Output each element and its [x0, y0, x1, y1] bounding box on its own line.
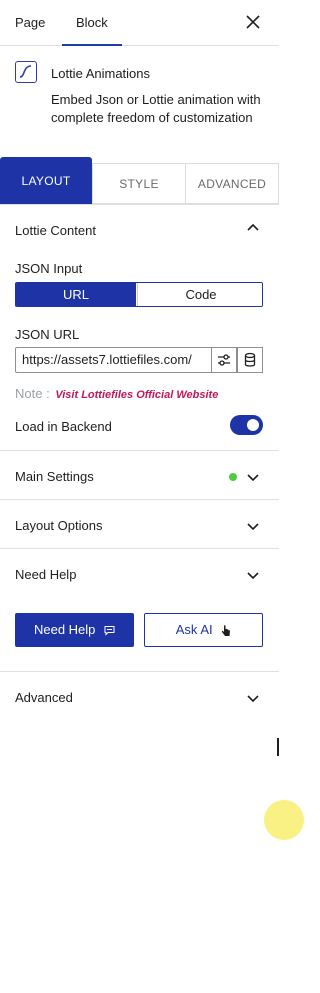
block-description: Embed Json or Lottie animation with comp… [51, 92, 261, 125]
json-input-url-button[interactable]: URL [16, 283, 136, 306]
json-input-toggle: URL Code [15, 282, 263, 307]
chevron-down-icon[interactable] [247, 692, 259, 704]
divider [0, 499, 279, 500]
ask-ai-button-label: Ask AI [175, 622, 213, 637]
json-url-label: JSON URL [15, 327, 80, 342]
lottie-curve-icon [15, 61, 37, 83]
tab-style[interactable]: STYLE [92, 163, 186, 204]
json-input-code-button[interactable]: Code [137, 283, 262, 306]
sidebar-tabs: Page Block [0, 0, 279, 46]
chevron-down-icon[interactable] [247, 520, 259, 532]
note: Note : Visit Lottiefiles Official Websit… [15, 386, 218, 401]
panel-title-lottie-content: Lottie Content [15, 223, 96, 238]
tabs-divider [0, 204, 279, 205]
tab-page[interactable]: Page [15, 0, 45, 45]
dynamic-settings-button[interactable] [211, 347, 237, 373]
ask-ai-button[interactable]: Ask AI [144, 613, 263, 647]
mouse-cursor-highlight [264, 800, 304, 840]
note-label: Note : [15, 386, 50, 401]
panel-title-advanced[interactable]: Advanced [15, 690, 73, 705]
chat-icon [104, 626, 115, 636]
divider [0, 671, 279, 672]
pointer-hand-icon [222, 624, 231, 636]
close-button[interactable] [241, 10, 265, 34]
inspector-tabs: LAYOUT STYLE ADVANCED [0, 157, 279, 205]
chevron-down-icon[interactable] [247, 471, 259, 483]
text-cursor [277, 738, 279, 756]
tab-block[interactable]: Block [62, 0, 122, 46]
chevron-up-icon[interactable] [247, 222, 259, 234]
dynamic-data-button[interactable] [237, 347, 263, 373]
json-url-input[interactable]: https://assets7.lottiefiles.com/ [15, 347, 212, 373]
divider [0, 548, 279, 549]
block-title: Lottie Animations [51, 66, 151, 81]
panel-title-layout-options[interactable]: Layout Options [15, 518, 102, 533]
chevron-down-icon[interactable] [247, 569, 259, 581]
tab-advanced[interactable]: ADVANCED [185, 163, 279, 204]
load-backend-label: Load in Backend [15, 419, 112, 434]
need-help-button-label: Need Help [33, 622, 96, 637]
need-help-button[interactable]: Need Help [15, 613, 134, 647]
lottiefiles-link[interactable]: Visit Lottiefiles Official Website [55, 389, 218, 401]
sliders-icon [218, 354, 230, 366]
close-icon [246, 15, 260, 29]
load-backend-toggle[interactable] [230, 415, 263, 435]
panel-title-need-help[interactable]: Need Help [15, 567, 76, 582]
divider [0, 450, 279, 451]
database-icon [244, 352, 256, 367]
status-dot [229, 473, 237, 481]
panel-title-main-settings[interactable]: Main Settings [15, 469, 94, 484]
json-input-label: JSON Input [15, 261, 83, 276]
tab-layout[interactable]: LAYOUT [0, 157, 92, 204]
